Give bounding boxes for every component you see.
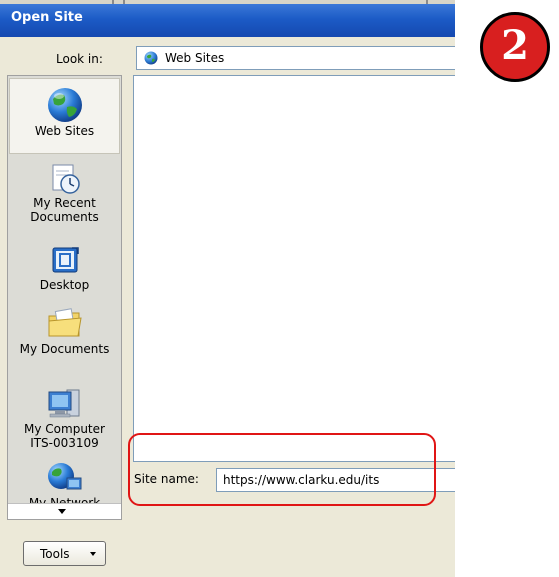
places-bar[interactable]: Web Sites My Recent Documents Desktop My…	[7, 75, 122, 520]
places-scroll-down-button[interactable]	[8, 503, 121, 519]
globe-icon	[144, 51, 158, 65]
step-number-badge: 2	[480, 12, 550, 82]
folder-icon	[48, 308, 82, 337]
look-in-label: Look in:	[56, 52, 103, 66]
places-item-label: My Documents	[19, 342, 110, 356]
look-in-label-text: Look in:	[56, 52, 103, 66]
places-item-my-computer[interactable]: My Computer ITS-003109	[9, 384, 120, 454]
computer-icon	[48, 389, 79, 418]
places-item-desktop[interactable]: Desktop	[9, 242, 120, 302]
dialog-title: Open Site	[11, 10, 83, 25]
places-item-label: Desktop	[39, 278, 90, 292]
look-in-dropdown[interactable]: Web Sites	[136, 46, 455, 70]
look-in-value: Web Sites	[165, 51, 225, 65]
places-item-my-network[interactable]: My Network	[9, 458, 120, 510]
places-item-web-sites[interactable]: Web Sites	[9, 78, 120, 154]
network-icon	[47, 463, 81, 490]
places-item-label: Web Sites	[34, 124, 95, 138]
tools-button[interactable]: Tools	[23, 541, 106, 566]
desktop-icon	[52, 247, 79, 273]
places-item-label: My Computer ITS-003109	[24, 422, 105, 450]
tools-button-label: Tools	[40, 547, 70, 561]
chevron-down-icon	[58, 509, 66, 514]
chevron-down-icon	[90, 552, 96, 556]
places-item-my-recent-documents[interactable]: My Recent Documents	[9, 160, 120, 230]
highlight-annotation	[128, 433, 436, 506]
recent-documents-icon	[52, 164, 80, 194]
globe-icon	[47, 88, 82, 122]
places-item-my-documents[interactable]: My Documents	[9, 302, 120, 372]
places-item-label: My Recent Documents	[30, 196, 99, 224]
file-list[interactable]	[133, 75, 455, 462]
